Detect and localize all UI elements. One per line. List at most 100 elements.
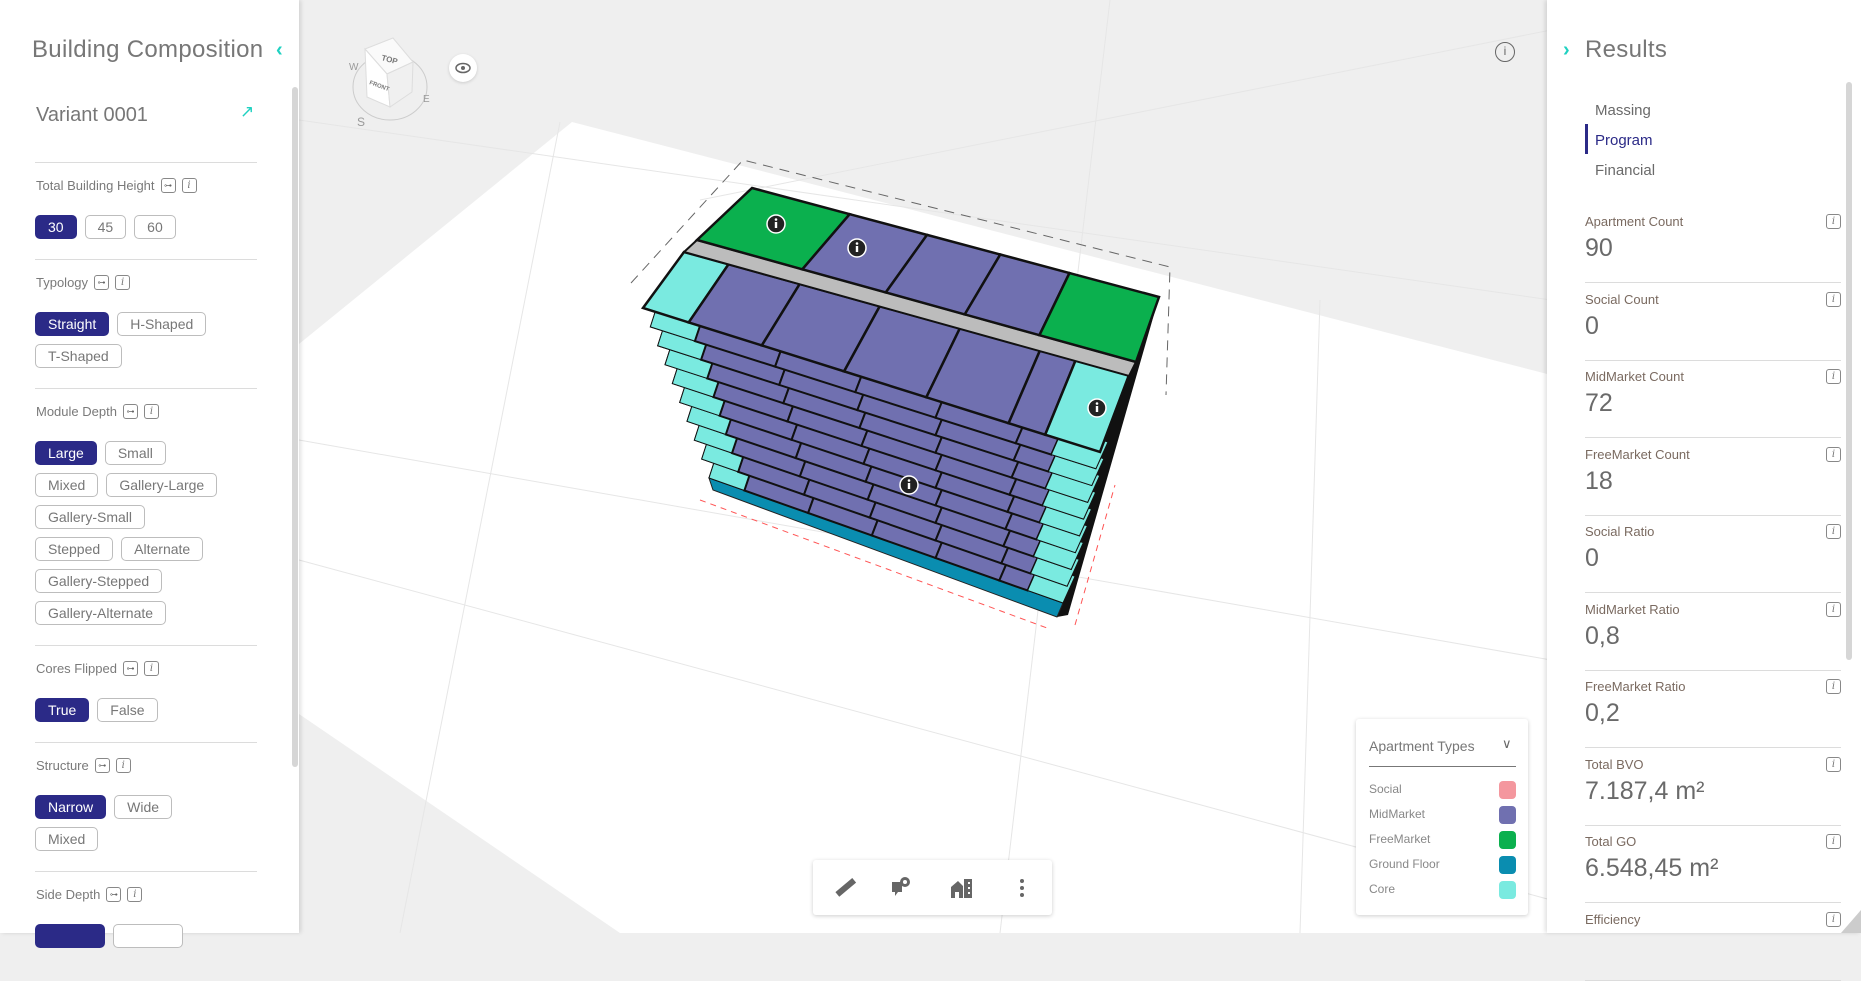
- metric-midmarket-count: MidMarket Count 72 i: [1585, 361, 1841, 438]
- option-button[interactable]: 30: [35, 215, 77, 239]
- option-button[interactable]: [35, 924, 105, 948]
- info-icon[interactable]: i: [1826, 679, 1841, 694]
- grid-line: [699, 29, 1552, 201]
- link-icon[interactable]: ⊶: [94, 275, 110, 290]
- apartment-types-legend: Apartment Types ∨ Social MidMarket FreeMar…: [1356, 719, 1528, 915]
- link-icon[interactable]: ⊶: [122, 661, 138, 676]
- chevron-down-icon[interactable]: ∨: [1502, 736, 1512, 752]
- option-button[interactable]: 45: [84, 215, 127, 239]
- legend-swatch: [1499, 781, 1516, 799]
- bottom-toolbar: [813, 860, 1052, 915]
- open-external-arrow-icon[interactable]: ↗: [240, 102, 254, 122]
- comment-pin-icon[interactable]: [887, 874, 915, 902]
- variant-name: Variant 0001: [36, 104, 148, 126]
- resize-corner-icon[interactable]: [1841, 910, 1861, 933]
- legend-item: Social: [1369, 779, 1516, 799]
- legend-swatch: [1499, 881, 1516, 899]
- info-icon[interactable]: i: [115, 758, 131, 773]
- link-icon[interactable]: ⊶: [94, 758, 110, 773]
- option-button[interactable]: Small: [104, 441, 166, 465]
- section-divider: [35, 871, 257, 872]
- eye-icon: [455, 62, 471, 74]
- option-button[interactable]: False: [97, 698, 158, 722]
- option-button[interactable]: Gallery-Alternate: [35, 601, 167, 625]
- info-icon[interactable]: i: [143, 404, 159, 419]
- section-label: Cores Flipped ⊶ i: [36, 661, 159, 676]
- section-label: Side Depth ⊶ i: [36, 887, 143, 902]
- info-icon[interactable]: i: [1826, 369, 1841, 384]
- option-button[interactable]: Alternate: [121, 537, 204, 561]
- panel-title: Building Composition: [32, 36, 264, 63]
- more-vert-icon[interactable]: [1008, 874, 1036, 902]
- info-icon[interactable]: i: [1495, 42, 1515, 62]
- ruler-icon[interactable]: [831, 874, 859, 902]
- option-button[interactable]: Large: [35, 441, 97, 465]
- option-button[interactable]: Gallery-Small: [35, 505, 146, 529]
- section-label: Total Building Height ⊶ i: [36, 178, 197, 193]
- building-icon[interactable]: [948, 874, 976, 902]
- link-icon[interactable]: ⊶: [106, 887, 122, 902]
- info-marker-glyph: [1095, 402, 1099, 405]
- option-button[interactable]: Narrow: [35, 795, 107, 819]
- info-icon[interactable]: i: [1826, 834, 1841, 849]
- legend-title[interactable]: Apartment Types: [1369, 738, 1475, 754]
- option-button[interactable]: True: [35, 698, 90, 722]
- metric-midmarket-ratio: MidMarket Ratio 0,8 i: [1585, 594, 1841, 671]
- link-icon[interactable]: ⊶: [160, 178, 176, 193]
- active-tab-indicator: [1585, 124, 1588, 154]
- info-marker-glyph: [907, 479, 911, 482]
- option-button[interactable]: Straight: [35, 312, 110, 336]
- info-icon[interactable]: i: [115, 275, 131, 290]
- metric-social-count: Social Count 0 i: [1585, 284, 1841, 361]
- info-icon[interactable]: i: [143, 661, 159, 676]
- compass-s: S: [357, 115, 365, 129]
- option-button[interactable]: Mixed: [35, 827, 99, 851]
- tab-financial[interactable]: Financial: [1595, 162, 1655, 179]
- option-button[interactable]: H-Shaped: [117, 312, 207, 336]
- info-marker-glyph: [774, 218, 778, 221]
- info-icon[interactable]: i: [1826, 524, 1841, 539]
- section-label: Typology ⊶ i: [36, 275, 131, 290]
- section-divider: [35, 162, 257, 163]
- legend-swatch: [1499, 856, 1516, 874]
- right-scrollbar[interactable]: [1846, 82, 1852, 660]
- info-icon[interactable]: i: [1826, 601, 1841, 617]
- info-icon[interactable]: i: [1826, 291, 1841, 307]
- option-button[interactable]: Stepped: [35, 537, 114, 561]
- legend-swatch: [1499, 806, 1516, 824]
- legend-item: Ground Floor: [1369, 854, 1516, 874]
- panel-title: Results: [1585, 36, 1668, 63]
- option-button[interactable]: T-Shaped: [35, 344, 122, 368]
- option-button[interactable]: Wide: [114, 795, 173, 819]
- results-panel: › Results Massing Program Financial Apar…: [1547, 0, 1861, 981]
- info-icon[interactable]: i: [1826, 911, 1841, 927]
- info-icon[interactable]: i: [181, 178, 197, 193]
- view-cube[interactable]: TOP FRONT W E S: [335, 22, 455, 132]
- section-divider: [35, 259, 257, 260]
- metric-social-ratio: Social Ratio 0 i: [1585, 516, 1841, 593]
- info-icon[interactable]: i: [1826, 214, 1841, 229]
- info-marker-glyph: [1095, 406, 1099, 412]
- info-icon[interactable]: i: [1826, 756, 1841, 772]
- legend-swatch: [1499, 831, 1516, 849]
- collapse-left-chevron-icon[interactable]: ‹: [276, 39, 283, 62]
- left-scrollbar[interactable]: [292, 87, 298, 767]
- collapse-right-chevron-icon[interactable]: ›: [1563, 39, 1570, 62]
- option-button[interactable]: [113, 924, 183, 948]
- tab-massing[interactable]: Massing: [1595, 102, 1651, 119]
- option-button[interactable]: Mixed: [35, 473, 99, 497]
- metric-apartment-count: Apartment Count 90 i: [1585, 206, 1841, 283]
- section-divider: [35, 645, 257, 646]
- metric-total-go: Total GO 6.548,45 m² i: [1585, 826, 1841, 903]
- legend-item: MidMarket: [1369, 804, 1516, 824]
- option-button[interactable]: 60: [134, 215, 176, 239]
- option-button[interactable]: Gallery-Stepped: [35, 569, 163, 593]
- info-icon[interactable]: i: [1826, 446, 1841, 462]
- legend-divider: [1369, 766, 1516, 767]
- option-button[interactable]: Gallery-Large: [106, 473, 218, 497]
- visibility-button[interactable]: [449, 54, 477, 82]
- metric-freemarket-count: FreeMarket Count 18 i: [1585, 439, 1841, 516]
- info-icon[interactable]: i: [127, 887, 143, 902]
- tab-program[interactable]: Program: [1595, 132, 1653, 149]
- link-icon[interactable]: ⊶: [122, 404, 138, 419]
